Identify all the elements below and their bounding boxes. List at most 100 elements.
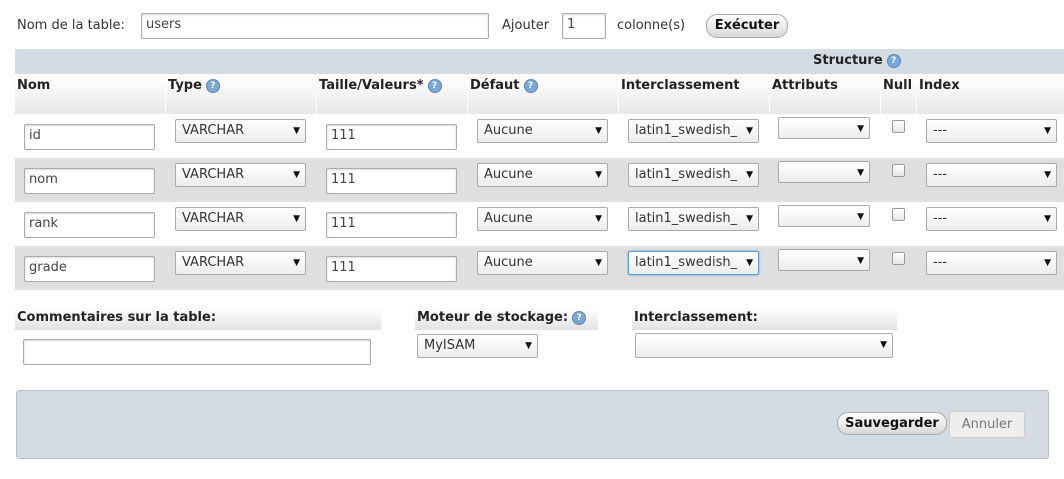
triangle-down-icon: ▼ (746, 258, 753, 268)
engine-header: Moteur de stockage:? (415, 308, 598, 330)
size-input[interactable]: 111 (326, 168, 457, 194)
header-interclassement: Interclassement (619, 74, 770, 114)
null-checkbox[interactable] (892, 164, 905, 177)
default-select[interactable]: Aucune ▼ (477, 163, 608, 187)
column-name-input[interactable]: nom (24, 168, 155, 194)
triangle-down-icon: ▼ (595, 258, 602, 268)
default-select-value: Aucune (484, 255, 533, 270)
comments-header: Commentaires sur la table: (15, 308, 381, 330)
column-name-input[interactable]: id (24, 124, 155, 150)
type-select[interactable]: VARCHAR ▼ (175, 163, 306, 187)
null-checkbox[interactable] (892, 208, 905, 221)
size-input[interactable]: 111 (326, 124, 457, 150)
save-button[interactable]: Sauvegarder (837, 412, 947, 435)
type-select[interactable]: VARCHAR ▼ (175, 119, 306, 143)
null-checkbox[interactable] (892, 252, 905, 265)
header-type-text: Type (168, 78, 202, 93)
triangle-down-icon: ▼ (746, 214, 753, 224)
header-interclassement-text: Interclassement (621, 78, 740, 93)
type-select-value: VARCHAR (182, 167, 245, 182)
attributes-select[interactable]: ▼ (778, 249, 870, 271)
triangle-down-icon: ▼ (1044, 170, 1051, 180)
default-select-value: Aucune (484, 167, 533, 182)
engine-select[interactable]: MyISAM ▼ (417, 334, 538, 358)
index-select-value: --- (933, 211, 948, 226)
attributes-select[interactable]: ▼ (778, 117, 870, 139)
add-label: Ajouter (502, 18, 550, 33)
engine-select-value: MyISAM (424, 338, 476, 353)
table-collation-select[interactable]: ▼ (635, 333, 893, 358)
header-null: Null (881, 74, 917, 114)
columns-label: colonne(s) (617, 18, 686, 33)
default-select-value: Aucune (484, 211, 533, 226)
index-select-value: --- (933, 167, 948, 182)
attributes-select[interactable]: ▼ (778, 205, 870, 227)
collation-select-value: latin1_swedish_ (635, 211, 738, 226)
type-select-value: VARCHAR (182, 255, 245, 270)
triangle-down-icon: ▼ (595, 214, 602, 224)
triangle-down-icon: ▼ (1044, 126, 1051, 136)
header-null-text: Null (883, 78, 913, 93)
header-taille-text: Taille/Valeurs* (319, 78, 424, 93)
header-taille: Taille/Valeurs*? (317, 74, 468, 114)
collation-select[interactable]: latin1_swedish_ ▼ (628, 163, 759, 187)
collation-select[interactable]: latin1_swedish_ ▼ (628, 251, 759, 275)
triangle-down-icon: ▼ (595, 170, 602, 180)
question-mark-icon[interactable]: ? (523, 78, 538, 93)
triangle-down-icon: ▼ (1044, 258, 1051, 268)
default-select[interactable]: Aucune ▼ (477, 207, 608, 231)
triangle-down-icon: ▼ (293, 214, 300, 224)
header-defaut-text: Défaut (470, 78, 520, 93)
collation-label: Interclassement: (634, 310, 758, 325)
column-name-input[interactable]: grade (24, 256, 155, 282)
header-nom-text: Nom (17, 78, 51, 93)
index-select-value: --- (933, 255, 948, 270)
index-select[interactable]: --- ▼ (926, 119, 1057, 143)
execute-button[interactable]: Exécuter (706, 14, 788, 38)
collation-select-value: latin1_swedish_ (635, 167, 738, 182)
header-index-text: Index (919, 78, 960, 93)
triangle-down-icon: ▼ (525, 341, 532, 351)
question-mark-icon[interactable]: ? (427, 78, 442, 93)
triangle-down-icon: ▼ (293, 170, 300, 180)
header-defaut: Défaut? (468, 74, 619, 114)
default-select[interactable]: Aucune ▼ (477, 251, 608, 275)
index-select[interactable]: --- ▼ (926, 251, 1057, 275)
index-select-value: --- (933, 123, 948, 138)
collation-select[interactable]: latin1_swedish_ ▼ (628, 207, 759, 231)
triangle-down-icon: ▼ (293, 258, 300, 268)
header-nom: Nom (15, 74, 166, 114)
size-input[interactable]: 111 (326, 212, 457, 238)
triangle-down-icon: ▼ (595, 126, 602, 136)
structure-band (15, 49, 1064, 74)
null-checkbox[interactable] (892, 120, 905, 133)
default-select[interactable]: Aucune ▼ (477, 119, 608, 143)
add-count-input[interactable]: 1 (562, 13, 606, 39)
collation-select[interactable]: latin1_swedish_ ▼ (628, 119, 759, 143)
index-select[interactable]: --- ▼ (926, 163, 1057, 187)
triangle-down-icon: ▼ (293, 126, 300, 136)
size-input[interactable]: 111 (326, 256, 457, 282)
collation-header: Interclassement: (632, 308, 897, 330)
table-name-input[interactable]: users (141, 13, 489, 39)
index-select[interactable]: --- ▼ (926, 207, 1057, 231)
table-name-label: Nom de la table: (17, 18, 125, 33)
column-name-input[interactable]: rank (24, 212, 155, 238)
question-mark-icon[interactable]: ? (205, 78, 220, 93)
triangle-down-icon: ▼ (880, 340, 887, 350)
collation-select-value: latin1_swedish_ (635, 123, 738, 138)
attributes-select[interactable]: ▼ (778, 161, 870, 183)
triangle-down-icon: ▼ (1044, 214, 1051, 224)
structure-title: Structure? (813, 53, 901, 68)
question-mark-icon[interactable]: ? (886, 53, 901, 68)
triangle-down-icon: ▼ (746, 126, 753, 136)
header-index: Index (917, 74, 1064, 114)
header-attributs-text: Attributs (772, 78, 838, 93)
default-select-value: Aucune (484, 123, 533, 138)
comments-input[interactable] (23, 339, 371, 365)
type-select[interactable]: VARCHAR ▼ (175, 207, 306, 231)
cancel-button[interactable]: Annuler (949, 411, 1025, 438)
triangle-down-icon: ▼ (857, 168, 864, 178)
type-select[interactable]: VARCHAR ▼ (175, 251, 306, 275)
question-mark-icon[interactable]: ? (572, 310, 587, 325)
